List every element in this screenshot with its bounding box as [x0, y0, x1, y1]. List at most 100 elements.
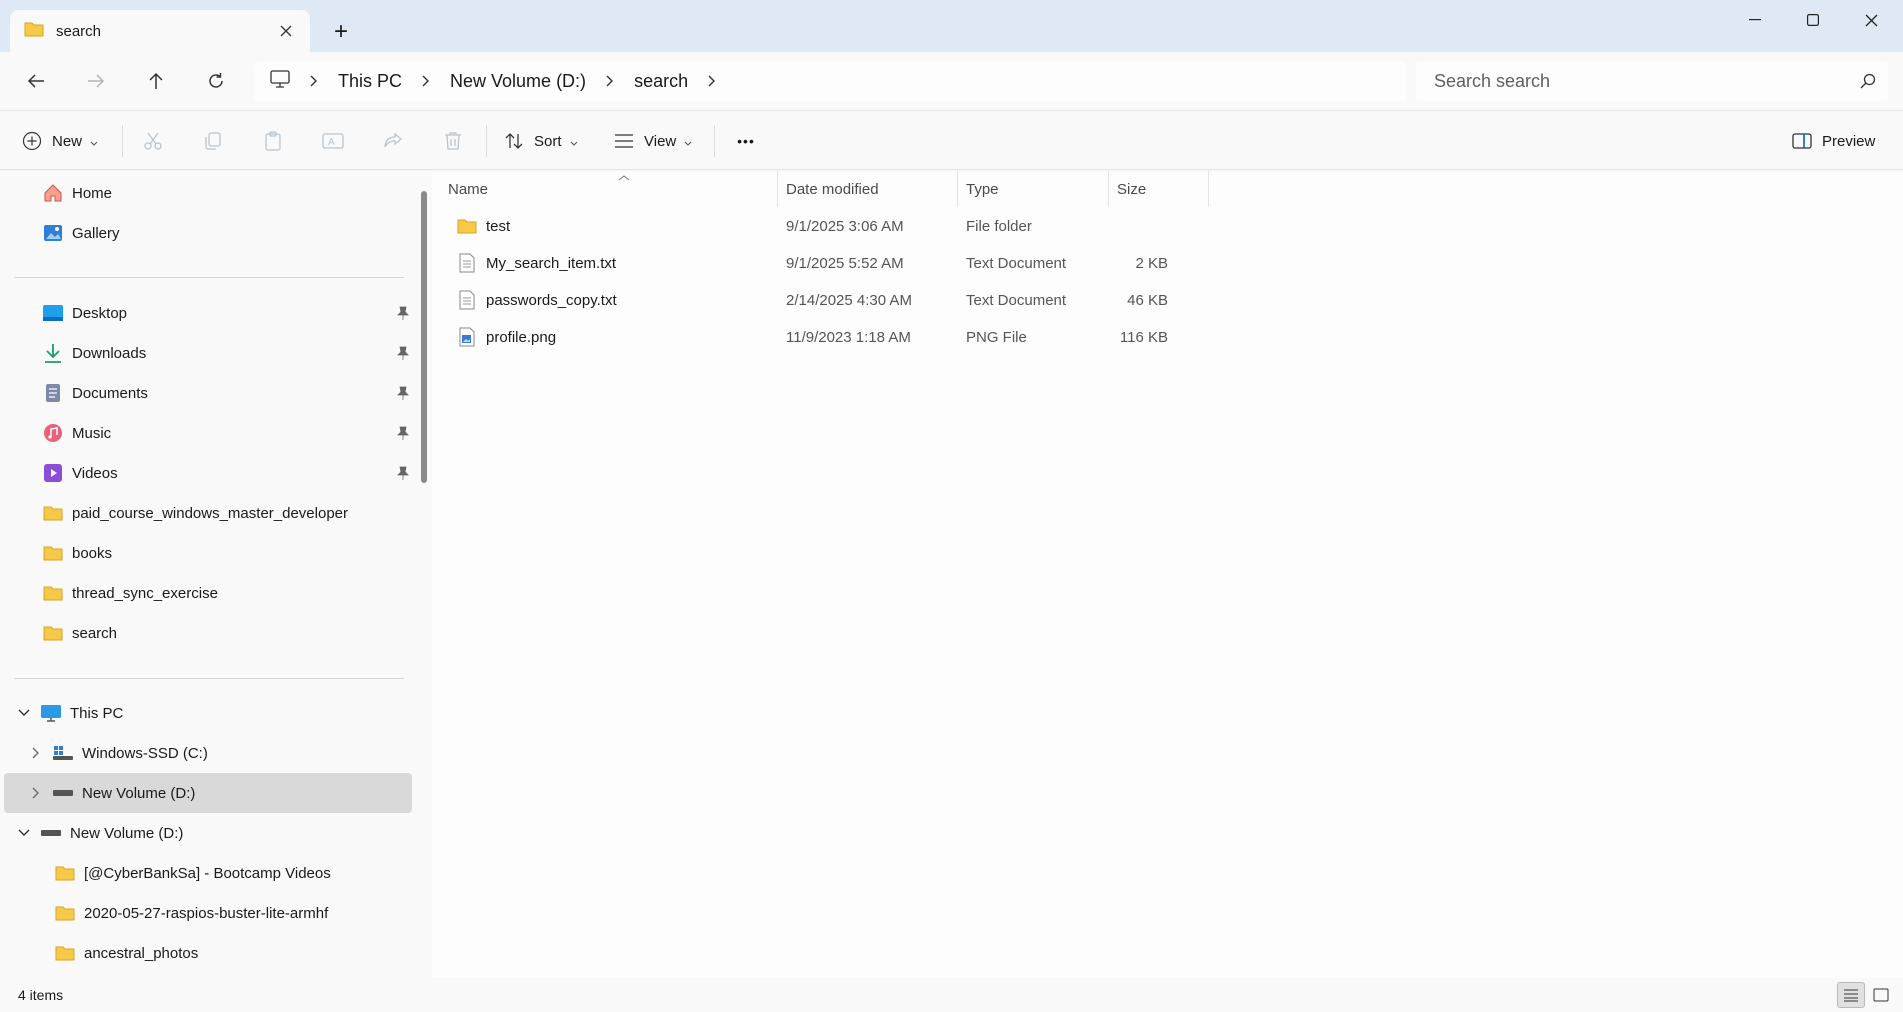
- more-options-button[interactable]: •••: [726, 121, 766, 161]
- address-bar[interactable]: This PC New Volume (D:) search: [254, 61, 1406, 101]
- nav-item-label: thread_sync_exercise: [72, 584, 218, 602]
- gallery-icon: [42, 222, 64, 244]
- column-header-name[interactable]: Name: [440, 171, 686, 207]
- nav-item-ancestral-photos[interactable]: ancestral_photos: [4, 933, 412, 973]
- pin-icon[interactable]: [394, 344, 412, 362]
- share-button[interactable]: [373, 121, 413, 161]
- svg-text:A: A: [328, 137, 335, 148]
- close-window-button[interactable]: [1842, 0, 1900, 40]
- nav-item-downloads[interactable]: Downloads: [4, 333, 412, 373]
- nav-item-search[interactable]: search: [4, 613, 412, 653]
- file-name: My_search_item.txt: [486, 254, 617, 272]
- new-label: New: [52, 132, 83, 150]
- forward-button[interactable]: [76, 63, 116, 99]
- refresh-button[interactable]: [196, 63, 236, 99]
- search-icon[interactable]: [1848, 73, 1888, 89]
- sort-icon: [505, 133, 523, 149]
- pin-icon[interactable]: [394, 384, 412, 402]
- up-button[interactable]: [136, 63, 176, 99]
- cut-button[interactable]: [133, 121, 173, 161]
- minimize-button[interactable]: [1726, 0, 1784, 40]
- new-button[interactable]: New: [22, 121, 98, 161]
- search-input[interactable]: [1434, 70, 1848, 92]
- image-file-icon: [456, 326, 478, 348]
- pin-icon[interactable]: [394, 424, 412, 442]
- breadcrumb-this-pc[interactable]: This PC: [338, 71, 402, 92]
- chevron-right-icon[interactable]: [26, 743, 46, 763]
- breadcrumb-new-volume[interactable]: New Volume (D:): [450, 71, 586, 92]
- maximize-icon: [1807, 14, 1819, 26]
- nav-item-home[interactable]: Home: [4, 173, 412, 213]
- nav-item-windows-ssd[interactable]: Windows-SSD (C:): [4, 733, 412, 773]
- table-row[interactable]: passwords_copy.txt 2/14/2025 4:30 AM Tex…: [456, 282, 1636, 318]
- table-row[interactable]: test 9/1/2025 3:06 AM File folder: [456, 208, 1636, 244]
- folder-icon: [42, 542, 64, 564]
- copy-button[interactable]: [193, 121, 233, 161]
- pin-icon[interactable]: [394, 464, 412, 482]
- text-file-icon: [456, 252, 478, 274]
- view-button[interactable]: View: [614, 121, 692, 161]
- tab-search[interactable]: search: [10, 10, 310, 52]
- computer-icon: [40, 702, 62, 724]
- nav-item-videos[interactable]: Videos: [4, 453, 412, 493]
- folder-icon: [24, 21, 44, 41]
- close-tab-icon[interactable]: [270, 15, 302, 47]
- nav-item-bootcamp-videos[interactable]: [@CyberBankSa] - Bootcamp Videos: [4, 853, 412, 893]
- nav-item-new-volume-d[interactable]: New Volume (D:): [4, 773, 412, 813]
- chevron-right-icon[interactable]: [304, 75, 324, 87]
- nav-item-gallery[interactable]: Gallery: [4, 213, 412, 253]
- trash-icon: [445, 132, 461, 150]
- chevron-right-icon[interactable]: [416, 75, 436, 87]
- text-file-icon: [456, 289, 478, 311]
- file-name: test: [486, 217, 511, 235]
- table-row[interactable]: My_search_item.txt 9/1/2025 5:52 AM Text…: [456, 245, 1636, 281]
- close-icon: [1865, 14, 1877, 26]
- nav-item-paid-course[interactable]: paid_course_windows_master_developer: [4, 493, 412, 533]
- chevron-down-icon[interactable]: [14, 823, 34, 843]
- delete-button[interactable]: [433, 121, 473, 161]
- computer-icon[interactable]: [270, 70, 290, 92]
- nav-item-desktop[interactable]: Desktop: [4, 293, 412, 333]
- sort-button[interactable]: Sort: [504, 121, 578, 161]
- preview-button[interactable]: Preview: [1792, 121, 1875, 161]
- nav-item-this-pc[interactable]: This PC: [4, 693, 412, 733]
- nav-item-music[interactable]: Music: [4, 413, 412, 453]
- nav-item-label: 2020-05-27-raspios-buster-lite-armhf: [84, 904, 329, 922]
- drive-icon: [52, 782, 74, 804]
- table-row[interactable]: profile.png 11/9/2023 1:18 AM PNG File 1…: [456, 319, 1636, 355]
- nav-item-raspios[interactable]: 2020-05-27-raspios-buster-lite-armhf: [4, 893, 412, 933]
- chevron-right-icon[interactable]: [26, 783, 46, 803]
- more-icon: •••: [737, 133, 755, 149]
- videos-icon: [42, 462, 64, 484]
- column-header-type[interactable]: Type: [958, 171, 1108, 207]
- file-list: Name Date modified Type Size test 9/1/20…: [432, 171, 1903, 978]
- back-button[interactable]: [16, 63, 56, 99]
- nav-item-new-volume-d-root[interactable]: New Volume (D:): [4, 813, 412, 853]
- chevron-right-icon[interactable]: [600, 75, 620, 87]
- pin-icon[interactable]: [394, 304, 412, 322]
- chevron-right-icon[interactable]: [702, 75, 722, 87]
- rename-button[interactable]: A: [313, 121, 353, 161]
- details-view-button[interactable]: [1837, 982, 1865, 1008]
- nav-item-thread-sync[interactable]: thread_sync_exercise: [4, 573, 412, 613]
- nav-scrollbar-thumb[interactable]: [421, 191, 427, 483]
- tiles-view-button[interactable]: [1867, 982, 1895, 1008]
- maximize-button[interactable]: [1784, 0, 1842, 40]
- nav-item-books[interactable]: books: [4, 533, 412, 573]
- file-type: Text Document: [966, 291, 1067, 309]
- paste-icon: [265, 131, 281, 151]
- column-header-size[interactable]: Size: [1109, 171, 1209, 207]
- nav-item-documents[interactable]: Documents: [4, 373, 412, 413]
- column-header-date[interactable]: Date modified: [778, 171, 958, 207]
- paste-button[interactable]: [253, 121, 293, 161]
- folder-icon: [42, 622, 64, 644]
- new-tab-button[interactable]: +: [324, 16, 358, 48]
- file-name: profile.png: [486, 328, 557, 346]
- arrow-left-icon: [27, 74, 44, 88]
- search-box[interactable]: [1416, 61, 1888, 101]
- chevron-down-icon[interactable]: [14, 703, 34, 723]
- cut-icon: [144, 132, 162, 150]
- column-divider[interactable]: [1208, 171, 1209, 207]
- breadcrumb-search[interactable]: search: [634, 71, 688, 92]
- sort-label: Sort: [534, 132, 562, 150]
